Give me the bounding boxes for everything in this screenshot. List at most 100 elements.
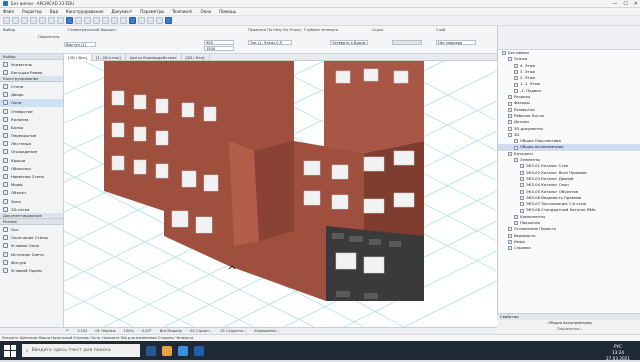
tree-item[interactable]: Справка: [498, 245, 640, 251]
misc-tool-0[interactable]: Ось: [0, 225, 63, 233]
status-renov[interactable]: 01 Существ...: [221, 329, 247, 333]
3d-view-icon[interactable]: [66, 17, 73, 24]
layer-icon[interactable]: [84, 17, 91, 24]
status-undo[interactable]: ↶: [66, 329, 69, 333]
title-bar: Без имени - ARCHICAD 23 EDU — ☐ ✕: [0, 0, 640, 8]
menu-design[interactable]: Конструирование: [66, 9, 103, 14]
tab-3d-all-2[interactable]: [3D / Все]: [182, 54, 210, 61]
sill-select[interactable]: Четверть к Вдоль: [330, 40, 368, 45]
tree-item-label: 3D: [514, 131, 520, 137]
close-button[interactable]: ✕: [634, 1, 638, 7]
print-icon[interactable]: [30, 17, 37, 24]
redo-icon[interactable]: [48, 17, 55, 24]
taskbar-search[interactable]: ⌕ Введите здесь текст для поиска: [22, 344, 140, 357]
tab-collab[interactable]: Центр Взаимодействия: [126, 54, 182, 61]
tool-7[interactable]: Лестница: [0, 140, 63, 148]
tab-floor[interactable]: [1. 2D-этаж]: [92, 54, 126, 61]
archicad-taskbar-icon[interactable]: [194, 345, 204, 356]
tool-8[interactable]: Ограждение: [0, 148, 63, 156]
layer-label: Слой: [436, 28, 446, 32]
save-icon[interactable]: [21, 17, 28, 24]
status-scale[interactable]: 100%: [124, 329, 134, 333]
grid-icon[interactable]: [156, 17, 163, 24]
geometry-select[interactable]: Выступ (1): [64, 42, 96, 47]
new-file-icon[interactable]: [3, 17, 10, 24]
menu-window[interactable]: Окно: [200, 9, 211, 14]
tool-label: Навесная Стена: [11, 174, 44, 180]
3d-viewport[interactable]: [64, 61, 497, 327]
settings-icon[interactable]: [111, 17, 118, 24]
system-clock[interactable]: РУС 13:24 27.03.2021: [606, 344, 630, 362]
edge-icon[interactable]: [178, 345, 188, 356]
3d-model-view: [64, 61, 497, 327]
undo-icon[interactable]: [39, 17, 46, 24]
open-icon[interactable]: [12, 17, 19, 24]
menu-document[interactable]: Документ: [111, 9, 132, 14]
tool-4[interactable]: Колонна: [0, 115, 63, 123]
tool-12[interactable]: Морф: [0, 181, 63, 189]
tool-arrow[interactable]: Указатель: [0, 60, 63, 68]
windows-start-icon[interactable]: [4, 344, 16, 357]
tool-9[interactable]: Крыша: [0, 156, 63, 164]
ref-select[interactable]: Тек.(1. Этаж) 0,9: [248, 40, 292, 45]
tool-14[interactable]: Зона: [0, 197, 63, 205]
tool-icon: [3, 133, 8, 139]
menu-edit[interactable]: Редактор: [22, 9, 42, 14]
status-angle[interactable]: 0,00°: [142, 329, 152, 333]
misc-tool-5[interactable]: Угловой Проем: [0, 266, 63, 274]
tool-11[interactable]: Навесная Стена: [0, 172, 63, 180]
misc-tool-4[interactable]: Фигура: [0, 258, 63, 266]
status-zoom[interactable]: 1:100: [77, 329, 87, 333]
guide-icon[interactable]: [147, 17, 154, 24]
snap-icon[interactable]: [138, 17, 145, 24]
teamwork-icon[interactable]: [93, 17, 100, 24]
tool-6[interactable]: Перекрытие: [0, 132, 63, 140]
arrow-icon[interactable]: [120, 17, 127, 24]
menu-file[interactable]: Файл: [3, 9, 14, 14]
tool-15[interactable]: 3D-сетка: [0, 205, 63, 213]
navigator-tree: Без имени Этажи 4. Этаж 3. Этаж 2. Этаж 1. 1.…: [498, 50, 640, 252]
navigator-panel: Без имени Этажи 4. Этаж 3. Этаж 2. Этаж 1. 1.…: [497, 26, 640, 344]
misc-tool-1[interactable]: Окончание Стены: [0, 234, 63, 242]
menu-view[interactable]: Вид: [50, 9, 58, 14]
layer-select[interactable]: Нет маркера: [436, 40, 476, 45]
properties-settings-button[interactable]: Параметры...: [497, 326, 640, 332]
tool-icon: [3, 149, 8, 155]
render-icon[interactable]: [102, 17, 109, 24]
taskbar-search-placeholder: Введите здесь текст для поиска: [31, 348, 111, 353]
tool-13[interactable]: Объект: [0, 189, 63, 197]
tool-10[interactable]: Оболочка: [0, 164, 63, 172]
height-field[interactable]: 1500: [204, 46, 234, 51]
tool-icon: [3, 206, 8, 212]
floorplan-icon[interactable]: [75, 17, 82, 24]
menu-teamwork[interactable]: Teamwork: [172, 9, 192, 14]
magic-wand-icon[interactable]: [129, 17, 136, 24]
misc-tool-2[interactable]: Угловое Окно: [0, 242, 63, 250]
tool-marquee[interactable]: Бегущая Рамка: [0, 68, 63, 76]
tool-5[interactable]: Балка: [0, 123, 63, 131]
menu-options[interactable]: Параметры: [140, 9, 164, 14]
misc-tool-3[interactable]: Источник Света: [0, 250, 63, 258]
tool-2[interactable]: Окно: [0, 98, 63, 107]
tool-3[interactable]: Отверстие: [0, 107, 63, 115]
tool-0[interactable]: Стена: [0, 82, 63, 90]
status-pen[interactable]: Упрощенны...: [254, 329, 280, 333]
gravity-icon[interactable]: [165, 17, 172, 24]
maximize-button[interactable]: ☐: [623, 1, 627, 7]
status-struct[interactable]: 03 Строит...: [190, 329, 213, 333]
task-view-icon[interactable]: [146, 345, 156, 356]
zoom-icon[interactable]: [57, 17, 64, 24]
status-model[interactable]: Вся Модель: [160, 329, 182, 333]
menu-help[interactable]: Помощь: [219, 9, 236, 14]
minimize-button[interactable]: —: [612, 1, 617, 7]
tree-node-icon: [520, 177, 524, 182]
file-explorer-icon[interactable]: [162, 345, 172, 356]
tool-label: Отверстие: [11, 108, 33, 114]
tool-label: Окончание Стены: [11, 235, 48, 241]
windows-taskbar: ⌕ Введите здесь текст для поиска РУС 13:…: [0, 341, 640, 362]
tool-1[interactable]: Дверь: [0, 91, 63, 99]
status-layer[interactable]: 01 Чертеж: [95, 329, 115, 333]
width-field[interactable]: 900: [204, 40, 234, 45]
tab-3d-all[interactable]: [3D / Все]: [64, 54, 93, 61]
hide-toggle[interactable]: [392, 40, 422, 45]
